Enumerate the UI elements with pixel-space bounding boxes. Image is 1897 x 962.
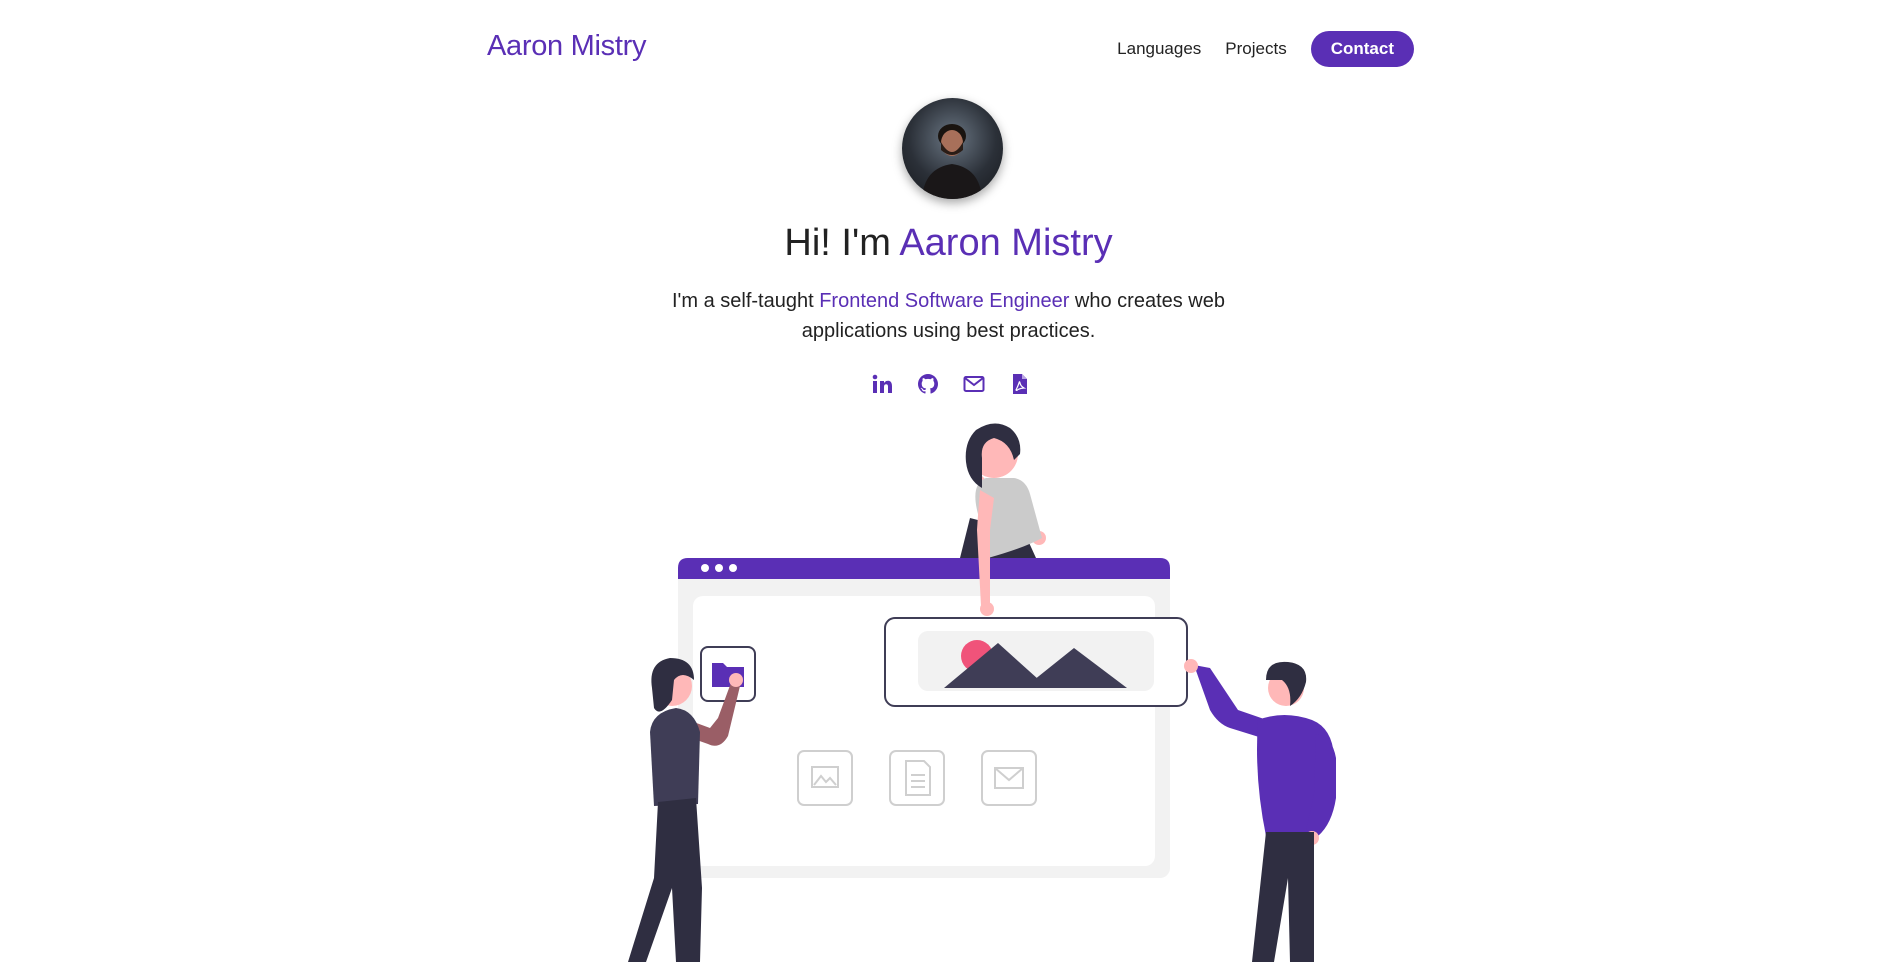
hero-greeting: Hi! I'm [784,222,900,264]
hero-title: Hi! I'm Aaron Mistry [0,222,1897,265]
browser-window-graphic [678,558,1170,878]
nav-link-languages[interactable]: Languages [1117,39,1201,59]
email-icon [963,376,985,392]
image-card-graphic [884,617,1188,707]
github-icon [918,374,938,394]
person-right-graphic [1184,659,1336,962]
email-link[interactable] [962,372,986,396]
social-links [870,372,1032,396]
navbar: Aaron Mistry Languages Projects Contact [0,0,1897,100]
hero-description: I'm a self-taught Frontend Software Engi… [670,286,1227,346]
hero-desc-before: I'm a self-taught [671,290,820,312]
linkedin-icon [872,374,892,393]
hero-role: Frontend Software Engineer [819,290,1070,312]
github-link[interactable] [916,372,940,396]
file-icons-row [797,750,1037,806]
avatar-photo [922,124,982,199]
nav-links: Languages Projects Contact [1117,31,1414,67]
brand-logo[interactable]: Aaron Mistry [487,30,646,63]
linkedin-link[interactable] [870,372,894,396]
avatar [902,98,1003,199]
pdf-resume-icon [1013,374,1027,394]
contact-button[interactable]: Contact [1310,31,1414,67]
resume-pdf-link[interactable] [1008,372,1032,396]
hero-illustration [628,423,1336,962]
hero-name: Aaron Mistry [899,222,1113,264]
nav-link-projects[interactable]: Projects [1225,39,1286,59]
